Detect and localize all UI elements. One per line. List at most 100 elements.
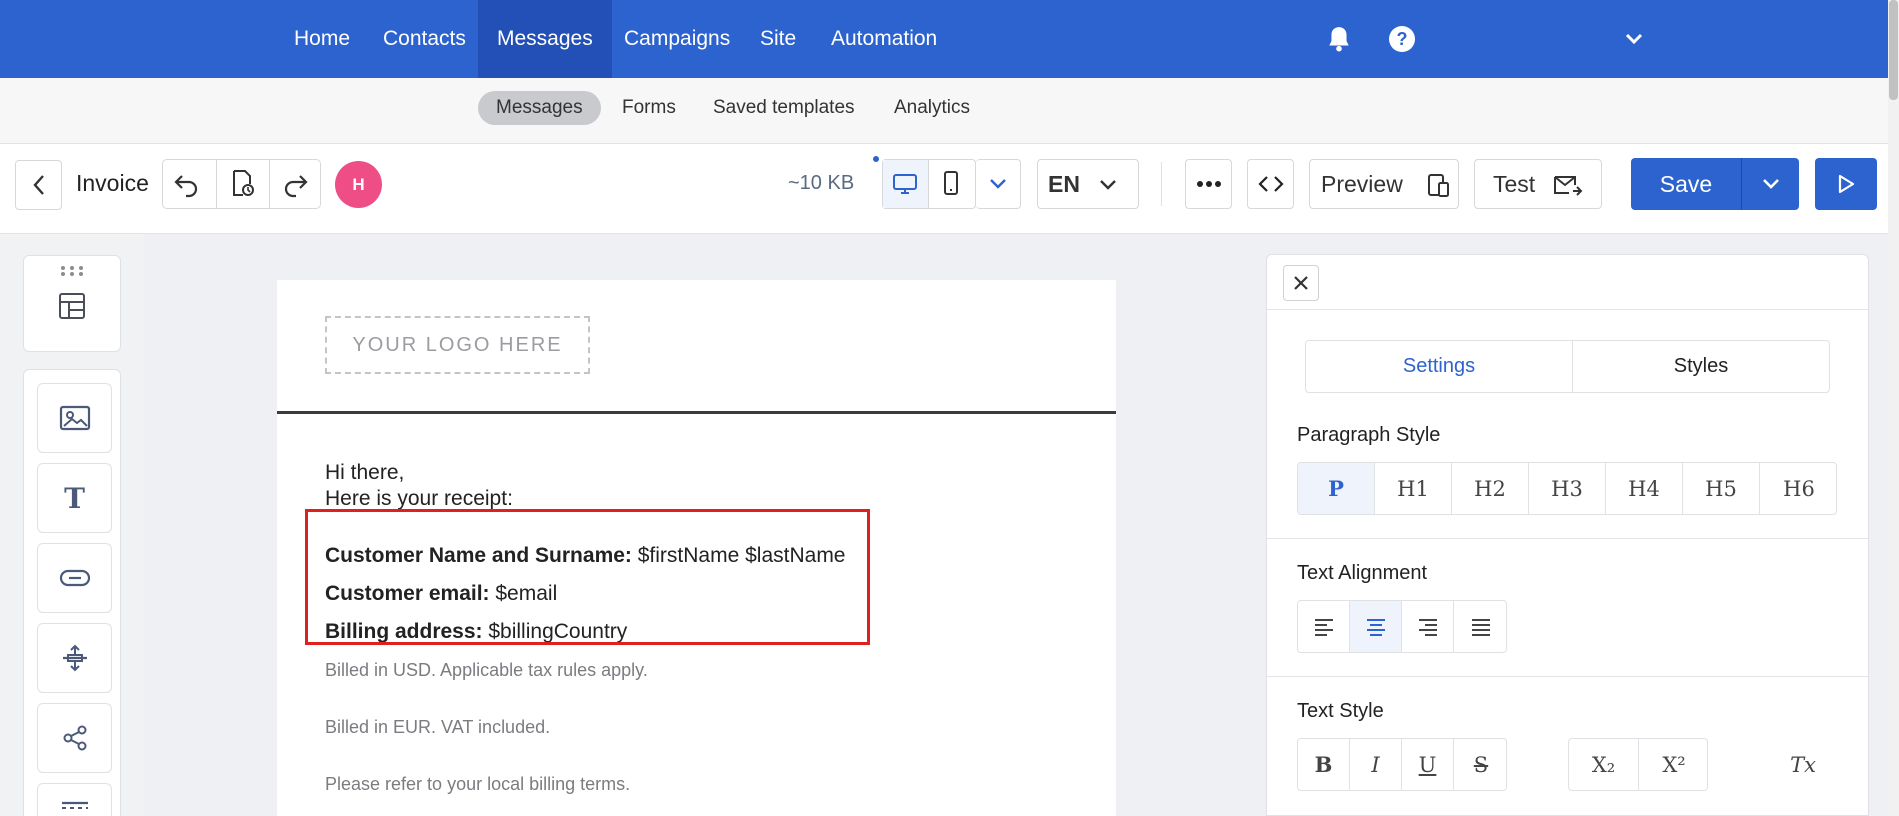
billing-note-eur[interactable]: Billed in EUR. VAT included.: [325, 717, 550, 738]
help-icon[interactable]: ?: [1385, 22, 1419, 56]
social-block[interactable]: [37, 703, 112, 773]
subscript-button[interactable]: X₂: [1569, 739, 1639, 790]
test-label: Test: [1493, 170, 1536, 197]
account-chevron-down-icon[interactable]: [1617, 22, 1651, 56]
nav-messages[interactable]: Messages: [478, 0, 612, 78]
paragraph-h2-option[interactable]: H2: [1452, 463, 1529, 514]
avatar[interactable]: H: [335, 161, 382, 208]
language-select[interactable]: EN: [1037, 159, 1139, 209]
header-divider: [277, 411, 1116, 414]
more-options-icon[interactable]: [1185, 159, 1232, 209]
button-block[interactable]: [37, 543, 112, 613]
underline-button[interactable]: U: [1402, 739, 1454, 790]
paragraph-h5-option[interactable]: H5: [1683, 463, 1760, 514]
desktop-icon[interactable]: [892, 172, 918, 196]
save-options-chevron-down-icon[interactable]: [1742, 158, 1799, 210]
image-icon: [59, 405, 90, 431]
align-center-icon[interactable]: [1350, 601, 1402, 652]
sub-navigation: Messages Forms Saved templates Analytics: [0, 78, 1888, 144]
send-test-mail-icon: [1554, 176, 1583, 196]
strikethrough-button[interactable]: S: [1454, 739, 1506, 790]
superscript-button[interactable]: X²: [1639, 739, 1707, 790]
structures-card[interactable]: [23, 255, 121, 352]
paragraph-h1-option[interactable]: H1: [1375, 463, 1452, 514]
text-style-title: Text Style: [1297, 700, 1384, 722]
preview-button[interactable]: Preview: [1309, 159, 1459, 209]
drag-handle-icon[interactable]: [60, 265, 84, 277]
nav-contacts[interactable]: Contacts: [364, 0, 485, 78]
panel-header-divider: [1267, 309, 1868, 310]
text-style-selector: B I U S: [1297, 738, 1507, 791]
logo-placeholder[interactable]: YOUR LOGO HERE: [325, 316, 590, 374]
billing-note-local[interactable]: Please refer to your local billing terms…: [325, 774, 630, 795]
billing-note-usd[interactable]: Billed in USD. Applicable tax rules appl…: [325, 660, 648, 681]
language-chevron-down-icon: [1100, 180, 1116, 190]
save-button[interactable]: Save: [1631, 158, 1799, 210]
bold-button[interactable]: B: [1298, 739, 1350, 790]
send-play-button[interactable]: [1815, 158, 1877, 210]
paragraph-p-option[interactable]: P: [1298, 463, 1375, 514]
italic-button[interactable]: I: [1350, 739, 1402, 790]
language-label: EN: [1048, 170, 1080, 197]
play-icon: [1838, 174, 1855, 194]
undo-icon[interactable]: [172, 170, 204, 198]
subnav-messages[interactable]: Messages: [478, 91, 601, 125]
structure-layout-icon: [59, 293, 85, 319]
selection-highlight-box: [305, 509, 870, 645]
device-options-chevron-down-icon[interactable]: [976, 159, 1021, 209]
text-icon: T: [64, 481, 85, 515]
align-justify-icon[interactable]: [1454, 601, 1506, 652]
paragraph-style-selector: P H1 H2 H3 H4 H5 H6: [1297, 462, 1837, 515]
page-scrollbar[interactable]: [1888, 0, 1899, 816]
preview-device-icon: [1428, 174, 1449, 197]
subnav-forms[interactable]: Forms: [604, 91, 694, 125]
greeting-text[interactable]: Hi there,: [325, 461, 404, 485]
nav-campaigns[interactable]: Campaigns: [605, 0, 749, 78]
back-button[interactable]: [15, 160, 62, 210]
preview-label: Preview: [1321, 170, 1403, 197]
svg-text:?: ?: [1397, 29, 1408, 49]
spacer-icon: [62, 644, 87, 672]
size-indicator-dot: [873, 156, 879, 162]
tab-styles[interactable]: Styles: [1573, 341, 1829, 392]
script-style-selector: X₂ X²: [1568, 738, 1708, 791]
close-icon[interactable]: [1283, 265, 1319, 301]
document-title: Invoice: [76, 170, 149, 196]
subnav-analytics[interactable]: Analytics: [876, 91, 988, 125]
paragraph-style-title: Paragraph Style: [1297, 424, 1441, 446]
mobile-icon[interactable]: [942, 170, 960, 196]
redo-icon[interactable]: [280, 170, 312, 198]
bell-icon[interactable]: [1322, 22, 1356, 56]
spacer-block[interactable]: [37, 623, 112, 693]
save-label: Save: [1659, 171, 1713, 197]
tab-settings[interactable]: Settings: [1306, 341, 1573, 392]
align-left-icon[interactable]: [1298, 601, 1350, 652]
text-alignment-selector: [1297, 600, 1507, 653]
test-button[interactable]: Test: [1474, 159, 1602, 209]
version-history-icon[interactable]: [228, 168, 258, 198]
align-right-icon[interactable]: [1402, 601, 1454, 652]
divider-block[interactable]: [37, 783, 112, 816]
nav-automation[interactable]: Automation: [812, 0, 956, 78]
nav-site[interactable]: Site: [741, 0, 815, 78]
scrollbar-thumb[interactable]: [1889, 0, 1898, 100]
paragraph-h3-option[interactable]: H3: [1529, 463, 1606, 514]
code-view-icon[interactable]: [1247, 159, 1294, 209]
clear-format-button[interactable]: Tx: [1770, 739, 1836, 790]
share-icon: [63, 725, 86, 751]
panel-tabs: Settings Styles: [1305, 340, 1830, 393]
settings-panel: [1266, 254, 1869, 816]
toolbar-divider: [1161, 162, 1162, 206]
text-block[interactable]: T: [37, 463, 112, 533]
nav-home[interactable]: Home: [275, 0, 369, 78]
intro-text[interactable]: Here is your receipt:: [325, 487, 513, 511]
divider-icon: [61, 801, 88, 809]
section-divider: [1267, 676, 1868, 677]
top-navigation: Home Contacts Messages Campaigns Site Au…: [0, 0, 1888, 78]
section-divider: [1267, 538, 1868, 539]
message-size: ~10 KB: [788, 172, 855, 194]
image-block[interactable]: [37, 383, 112, 453]
paragraph-h6-option[interactable]: H6: [1760, 463, 1836, 514]
subnav-saved-templates[interactable]: Saved templates: [695, 91, 873, 125]
paragraph-h4-option[interactable]: H4: [1606, 463, 1683, 514]
